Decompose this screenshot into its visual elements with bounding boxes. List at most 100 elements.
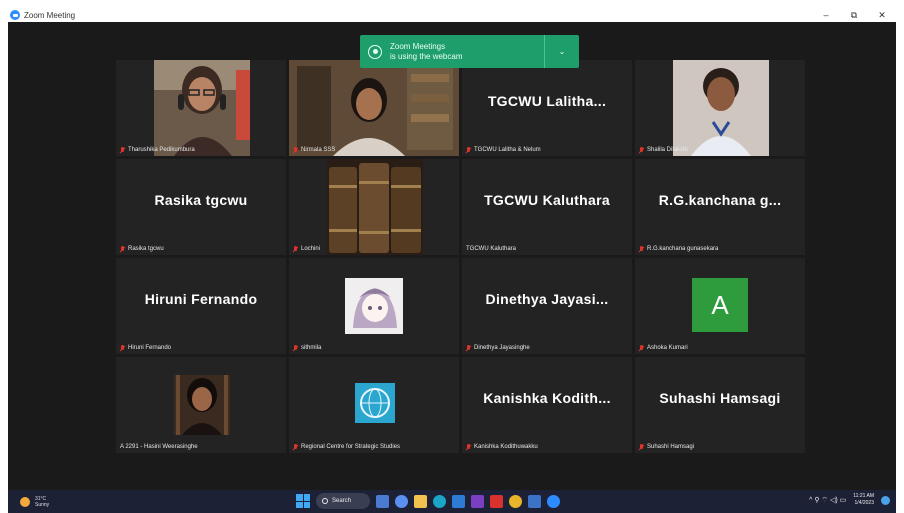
participant-name: Ashoka Kumari: [647, 345, 688, 351]
participant-photo: [673, 60, 769, 156]
media-player-icon[interactable]: [471, 494, 484, 508]
chrome-icon[interactable]: [509, 494, 522, 508]
weather-condition: Sunny: [35, 501, 50, 508]
participant-display-name: TGCWU Lalitha...: [487, 93, 607, 109]
weather-widget[interactable]: 31°C Sunny: [20, 496, 49, 508]
store-icon[interactable]: [452, 494, 465, 508]
clock[interactable]: 11:21 AM 1/4/2023: [853, 493, 874, 507]
participant-video: [154, 60, 250, 156]
participant-name: TGCWU Kaluthara: [466, 246, 517, 252]
participant-name: sithmila: [301, 345, 322, 351]
participant-display-name: Suhashi Hamsagi: [659, 390, 781, 406]
participant-name: Rasika tgcwu: [128, 246, 164, 252]
participant-photo: [345, 278, 403, 334]
search-icon: [322, 498, 328, 504]
close-button[interactable]: ✕: [868, 8, 896, 22]
mic-muted-icon: [120, 147, 125, 153]
acrobat-icon[interactable]: [490, 494, 503, 508]
participant-display-name: R.G.kanchana g...: [658, 192, 782, 208]
participant-display-name: Hiruni Fernando: [144, 291, 258, 307]
participant-video: [289, 60, 459, 156]
minimize-button[interactable]: –: [812, 8, 840, 22]
windows-start-icon[interactable]: [296, 494, 310, 508]
taskbar-search[interactable]: Search: [316, 493, 370, 509]
mic-muted-icon: [466, 147, 471, 153]
meeting-gallery: Zoom Meetings is using the webcam ⌄ Thar…: [8, 22, 896, 490]
participant-name: TGCWU Lalitha & Nelum: [474, 147, 541, 153]
taskbar-apps: Search: [296, 493, 560, 509]
participant-name: Tharushika Pedikumbura: [128, 147, 195, 153]
mic-muted-icon: [639, 444, 644, 450]
participant-name-label: Shalila Dilakshi: [639, 147, 688, 153]
webcam-notification[interactable]: Zoom Meetings is using the webcam ⌄: [360, 35, 579, 68]
mic-muted-icon: [120, 345, 125, 351]
mic-muted-icon: [466, 444, 471, 450]
window-title: Zoom Meeting: [24, 10, 76, 20]
participant-logo: [355, 383, 395, 423]
participant-name-label: Ashoka Kumari: [639, 345, 688, 351]
task-view-icon[interactable]: [376, 494, 389, 508]
participant-name: Nirmala SSS: [301, 147, 336, 153]
participant-tile[interactable]: Tharushika Pedikumbura: [116, 60, 286, 156]
clock-date: 1/4/2023: [854, 500, 874, 506]
word-icon[interactable]: [528, 494, 541, 508]
participant-name-label: Hiruni Fernando: [120, 345, 171, 351]
participant-tile[interactable]: TGCWU Kaluthara TGCWU Kaluthara: [462, 159, 632, 255]
tray-icons[interactable]: ^ ⚲ ⌔ ◁) ▭: [809, 496, 846, 505]
participant-tile[interactable]: Dinethya Jayasi... Dinethya Jayasinghe: [462, 258, 632, 354]
participant-name: Lochini: [301, 246, 321, 252]
notification-line-1: Zoom Meetings: [390, 41, 446, 51]
participant-name-label: Tharushika Pedikumbura: [120, 147, 195, 153]
mic-muted-icon: [639, 246, 644, 252]
participant-name-label: R.G.kanchana gunasekara: [639, 246, 718, 252]
mic-muted-icon: [639, 147, 644, 153]
participant-name-label: Nirmala SSS: [293, 147, 335, 153]
edge-browser-icon[interactable]: [433, 494, 446, 508]
participant-tile[interactable]: R.G.kanchana g... R.G.kanchana gunasekar…: [635, 159, 805, 255]
participant-photo: [327, 159, 423, 255]
participant-display-name: Dinethya Jayasi...: [485, 291, 609, 307]
participant-tile[interactable]: A Ashoka Kumari: [635, 258, 805, 354]
system-tray: ^ ⚲ ⌔ ◁) ▭ 11:21 AM 1/4/2023: [809, 493, 890, 507]
participant-name-label: Rasika tgcwu: [120, 246, 164, 252]
file-explorer-icon[interactable]: [414, 494, 427, 508]
participant-tile-active-speaker[interactable]: Nirmala SSS: [289, 60, 459, 156]
mic-muted-icon: [293, 246, 298, 252]
participant-photo: [174, 375, 230, 435]
chevron-down-icon[interactable]: ⌄: [545, 47, 579, 56]
clock-time: 11:21 AM: [853, 493, 874, 499]
notification-text: Zoom Meetings is using the webcam: [390, 42, 544, 62]
chat-icon[interactable]: [395, 494, 408, 508]
participant-name-label: Regional Centre for Strategic Studies: [293, 444, 400, 450]
participant-tile[interactable]: Lochini: [289, 159, 459, 255]
mic-muted-icon: [639, 345, 644, 351]
participant-name-label: TGCWU Kaluthara: [466, 246, 516, 252]
weather-text: 31°C Sunny: [35, 496, 49, 508]
participant-name-label: Dinethya Jayasinghe: [466, 345, 530, 351]
participant-name: Suhashi Hamsagi: [647, 444, 695, 450]
notification-icon[interactable]: [881, 495, 890, 505]
mic-muted-icon: [293, 147, 298, 153]
participant-display-name: Rasika tgcwu: [154, 192, 248, 208]
restore-button[interactable]: ⧉: [840, 8, 868, 22]
participant-tile[interactable]: Hiruni Fernando Hiruni Fernando: [116, 258, 286, 354]
participant-tile[interactable]: sithmila: [289, 258, 459, 354]
participant-name-label: TGCWU Lalitha & Nelum: [466, 147, 541, 153]
participant-name: Kanishka Kodithuwakku: [474, 444, 538, 450]
participant-tile[interactable]: Suhashi Hamsagi Suhashi Hamsagi: [635, 357, 805, 453]
notification-line-2: is using the webcam: [390, 51, 463, 61]
participant-name: Regional Centre for Strategic Studies: [301, 444, 401, 450]
participant-tile[interactable]: Shalila Dilakshi: [635, 60, 805, 156]
participant-tile[interactable]: Rasika tgcwu Rasika tgcwu: [116, 159, 286, 255]
zoom-taskbar-icon[interactable]: [547, 494, 560, 508]
participant-tile[interactable]: TGCWU Lalitha... TGCWU Lalitha & Nelum: [462, 60, 632, 156]
participant-tile[interactable]: Regional Centre for Strategic Studies: [289, 357, 459, 453]
participant-tile[interactable]: Kanishka Kodith... Kanishka Kodithuwakku: [462, 357, 632, 453]
zoom-logo-icon: [10, 10, 20, 20]
webcam-icon: [368, 44, 382, 59]
participant-tile[interactable]: A 2291 - Hasini Weerasinghe: [116, 357, 286, 453]
avatar: A: [692, 278, 748, 332]
mic-muted-icon: [466, 345, 471, 351]
search-label: Search: [332, 498, 352, 504]
participant-name: Shalila Dilakshi: [647, 147, 688, 153]
